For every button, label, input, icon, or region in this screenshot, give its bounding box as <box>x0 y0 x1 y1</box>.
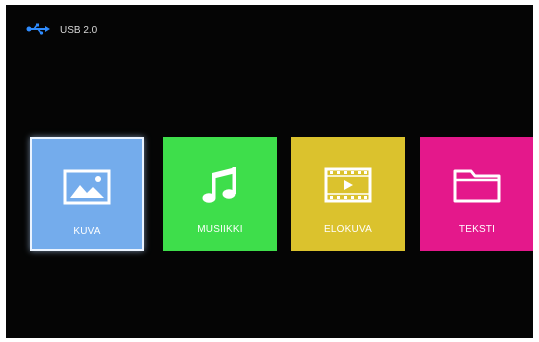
film-icon <box>322 165 374 205</box>
tile-label: MUSIIKKI <box>197 224 243 235</box>
tile-label: KUVA <box>73 226 101 237</box>
tile-label: ELOKUVA <box>324 224 372 235</box>
tile-elokuva[interactable]: ELOKUVA <box>291 137 405 251</box>
source-indicator: USB 2.0 <box>26 23 97 38</box>
tile-musiikki[interactable]: MUSIIKKI <box>163 137 277 251</box>
media-category-menu: KUVA MUSIIKKI ELOKUVA TEKSTI <box>30 137 533 251</box>
image-icon <box>61 167 113 207</box>
tile-label: TEKSTI <box>458 224 496 235</box>
folder-icon <box>451 165 503 205</box>
tile-kuva[interactable]: KUVA <box>30 137 144 251</box>
tile-teksti[interactable]: TEKSTI <box>420 137 533 251</box>
usb-icon <box>26 23 50 38</box>
media-player-screen: USB 2.0 KUVA MUSIIKKI ELOKUVA TEKSTI <box>6 5 533 338</box>
music-note-icon <box>194 165 246 205</box>
source-label: USB 2.0 <box>60 25 98 36</box>
